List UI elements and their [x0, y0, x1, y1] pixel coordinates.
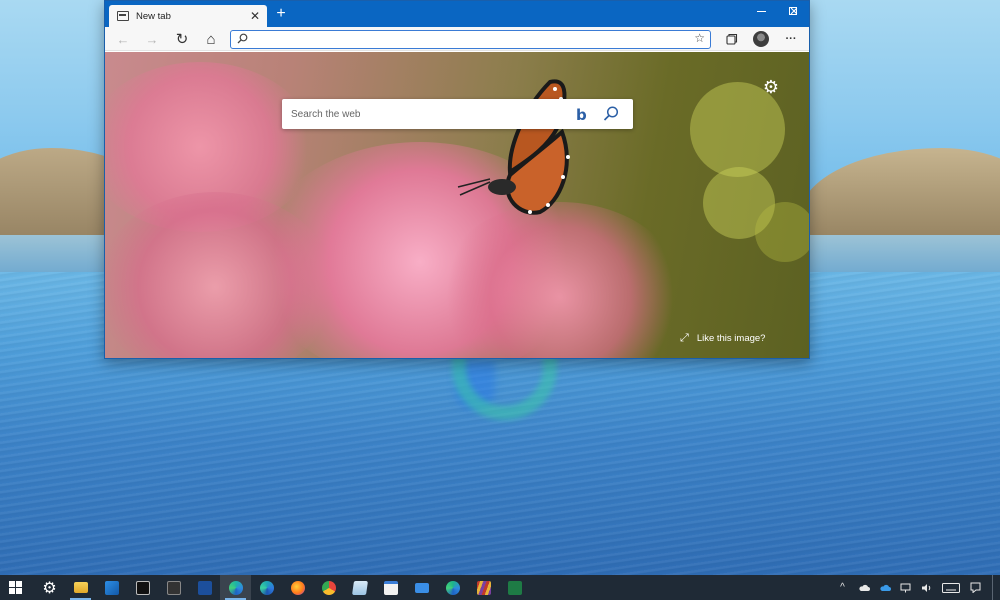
new-tab-button[interactable]: + [273, 6, 289, 22]
terminal-icon [166, 580, 181, 595]
taskbar-chrome[interactable] [313, 575, 344, 600]
taskbar-store[interactable] [375, 575, 406, 600]
taskbar-command-prompt[interactable] [127, 575, 158, 600]
taskbar-notepad[interactable] [344, 575, 375, 600]
taskbar-edge-dev[interactable] [437, 575, 468, 600]
mail-icon [414, 582, 429, 593]
volume-icon[interactable] [916, 575, 937, 600]
edge-icon [228, 580, 243, 595]
chrome-icon [321, 580, 336, 595]
tab-new-tab[interactable]: New tab ✕ [109, 5, 267, 27]
profile-avatar[interactable] [753, 31, 769, 47]
collections-icon [726, 33, 738, 45]
taskbar-edge-beta[interactable] [251, 575, 282, 600]
edge-beta-icon [259, 580, 274, 595]
tab-title: New tab [136, 10, 171, 22]
refresh-button[interactable]: ↻ [172, 29, 192, 49]
cmd-icon [135, 580, 150, 595]
like-this-image-link[interactable]: ⤢ Like this image? [680, 332, 765, 345]
address-bar[interactable]: ☆ [230, 30, 711, 49]
taskbar: ⚙ ^ [0, 575, 1000, 600]
new-tab-background-image: b ⚙ ⤢ Like this image? [105, 52, 809, 358]
tab-close-button[interactable]: ✕ [248, 9, 262, 23]
web-search-box[interactable]: b [282, 99, 633, 129]
forward-button[interactable]: → [142, 29, 162, 49]
browser-window: New tab ✕ + ← → ↻ ⌂ ☆ ··· Search the web… [104, 0, 810, 359]
taskbar-excel[interactable] [499, 575, 530, 600]
more-menu-button[interactable]: ··· [781, 29, 801, 49]
gear-icon: ⚙ [42, 579, 57, 597]
home-button[interactable]: ⌂ [201, 29, 221, 49]
folder-icon [73, 582, 88, 593]
show-hidden-icons-chevron-icon[interactable]: ^ [832, 575, 853, 600]
minimize-icon [756, 10, 766, 12]
taskbar-winrar[interactable] [468, 575, 499, 600]
taskbar-file-explorer[interactable] [65, 575, 96, 600]
back-button[interactable]: ← [113, 29, 133, 49]
taskbar-edge[interactable] [220, 575, 251, 600]
bokeh-light [755, 202, 809, 262]
taskbar-settings[interactable]: ⚙ [34, 575, 65, 600]
search-icon [237, 33, 248, 44]
search-submit-icon[interactable] [602, 105, 620, 123]
firefox-icon [290, 580, 305, 595]
excel-icon [507, 580, 522, 595]
taskbar-powershell[interactable] [189, 575, 220, 600]
powershell-icon [197, 580, 212, 595]
browser-toolbar: ← → ↻ ⌂ ☆ ··· [105, 27, 809, 51]
favorite-star-icon[interactable]: ☆ [694, 31, 705, 45]
taskbar-terminal[interactable] [158, 575, 189, 600]
taskbar-firefox[interactable] [282, 575, 313, 600]
windows-logo-icon [9, 581, 22, 594]
keyboard-icon[interactable] [937, 575, 965, 600]
store-icon [383, 580, 398, 595]
address-input[interactable] [253, 32, 683, 46]
cloud-icon[interactable] [853, 575, 874, 600]
taskbar-mail[interactable] [406, 575, 437, 600]
system-tray: ^ [832, 575, 1000, 600]
minimize-button[interactable] [745, 1, 777, 21]
photos-icon [104, 580, 119, 595]
taskbar-photos[interactable] [96, 575, 127, 600]
new-tab-page-icon [117, 11, 129, 21]
page-settings-gear-icon[interactable]: ⚙ [762, 78, 780, 96]
bing-icon[interactable]: b [576, 106, 587, 124]
onedrive-icon[interactable] [874, 575, 895, 600]
show-desktop-button[interactable] [992, 575, 1000, 600]
expand-icon: ⤢ [680, 332, 689, 344]
start-button[interactable] [0, 575, 31, 600]
collections-button[interactable] [722, 29, 742, 49]
close-window-icon[interactable]: ✕ [778, 1, 810, 21]
winrar-icon [476, 580, 491, 595]
like-image-label: Like this image? [696, 333, 766, 344]
edge-dev-icon [445, 580, 460, 595]
notepad-icon [351, 580, 368, 595]
notifications-icon[interactable] [965, 575, 986, 600]
web-search-input[interactable] [291, 107, 561, 121]
title-bar[interactable]: New tab ✕ + [105, 1, 809, 27]
network-icon[interactable] [895, 575, 916, 600]
